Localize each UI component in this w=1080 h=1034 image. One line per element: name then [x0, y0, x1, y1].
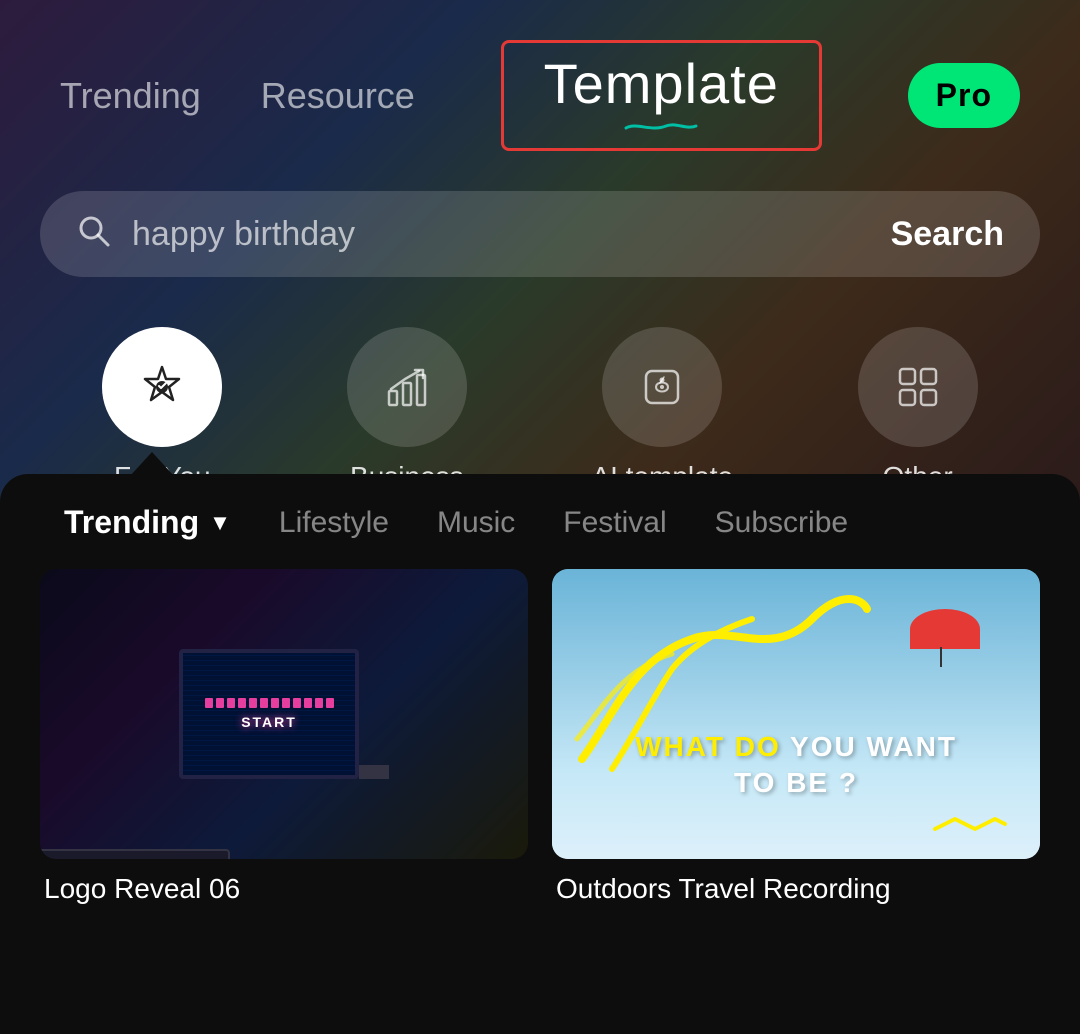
yellow-arrows-decoration [930, 814, 1010, 844]
filter-music-label: Music [437, 506, 515, 539]
filter-tabs: Trending ▼ Lifestyle Music Festival Subs… [0, 504, 1080, 569]
nav-trending[interactable]: Trending [60, 75, 201, 117]
template-label: Template [544, 51, 779, 116]
business-icon-wrap [347, 327, 467, 447]
bottom-section: Trending ▼ Lifestyle Music Festival Subs… [0, 474, 1080, 1034]
for-you-icon-wrap [102, 327, 222, 447]
search-icon [76, 213, 112, 255]
pro-badge[interactable]: Pro [908, 63, 1020, 128]
card2-text-overlay: WHAT DO YOU WANT TO BE ? [552, 731, 1040, 799]
card-title-outdoors: Outdoors Travel Recording [552, 873, 1040, 905]
dropdown-icon: ▼ [209, 510, 231, 536]
paraglider-decoration [910, 609, 980, 649]
triangle-pointer [130, 452, 174, 476]
search-container: happy birthday Search [40, 191, 1040, 277]
filter-festival[interactable]: Festival [539, 506, 690, 540]
start-text: START [241, 714, 297, 730]
category-business[interactable]: Business [347, 327, 467, 493]
filter-trending-label: Trending [64, 504, 199, 541]
template-thumb-outdoors: WHAT DO YOU WANT TO BE ? [552, 569, 1040, 859]
nav-resource[interactable]: Resource [261, 75, 415, 117]
template-card-outdoors[interactable]: WHAT DO YOU WANT TO BE ? Outdoors Travel… [552, 569, 1040, 905]
card-title-logo-reveal: Logo Reveal 06 [40, 873, 528, 905]
nav-left: Trending Resource [60, 75, 415, 117]
filter-subscribe-label: Subscribe [715, 506, 848, 539]
filter-trending[interactable]: Trending ▼ [40, 504, 255, 541]
ai-template-icon-wrap [602, 327, 722, 447]
category-ai-template[interactable]: AI template [591, 327, 733, 493]
other-icon-wrap [858, 327, 978, 447]
template-underline-icon [621, 120, 701, 132]
search-input[interactable]: happy birthday [132, 215, 871, 254]
template-card-logo-reveal[interactable]: START Logo Reveal 06 [40, 569, 528, 905]
search-bar[interactable]: happy birthday Search [40, 191, 1040, 277]
top-navigation: Trending Resource Template Pro [0, 0, 1080, 171]
monitor-decoration: START [179, 649, 389, 779]
filter-festival-label: Festival [563, 506, 666, 539]
template-thumb-logo-reveal: START [40, 569, 528, 859]
search-button[interactable]: Search [891, 215, 1004, 254]
nav-template-active[interactable]: Template [501, 40, 822, 151]
filter-lifestyle-label: Lifestyle [279, 506, 389, 539]
filter-subscribe[interactable]: Subscribe [691, 506, 872, 540]
filter-music[interactable]: Music [413, 506, 539, 540]
template-grid: START Logo Reveal 06 [0, 569, 1080, 905]
keyboard-decoration [40, 849, 230, 859]
category-other[interactable]: Other [858, 327, 978, 493]
filter-lifestyle[interactable]: Lifestyle [255, 506, 413, 540]
